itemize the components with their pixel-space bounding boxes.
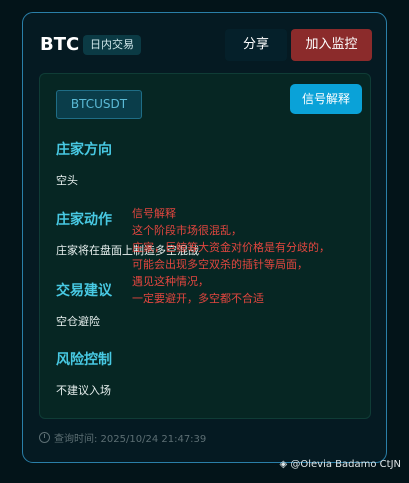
watermark-text: @Olevia Badamo CtJN [290, 459, 401, 470]
signal-annotation: 信号解释 这个阶段市场很混乱， 庄家，巨鲸等大资金对价格是有分歧的， 可能会出现… [132, 205, 332, 307]
annotation-line: 可能会出现多空双杀的插针等局面， [132, 258, 308, 271]
section-title-suggestion: 交易建议 [56, 283, 112, 299]
pair-tag: BTCUSDT [56, 90, 142, 119]
watermark: ◈ @Olevia Badamo CtJN [279, 458, 401, 472]
share-button[interactable]: 分享 [225, 29, 287, 61]
annotation-line: 庄家，巨鲸等大资金对价格是有分歧的， [132, 241, 330, 254]
signal-explain-button[interactable]: 信号解释 [290, 84, 362, 114]
section-title-risk: 风险控制 [56, 352, 112, 368]
section-text-suggestion: 空仓避险 [56, 315, 100, 328]
annotation-line: 遇见这种情况， [132, 275, 209, 288]
annotation-line: 信号解释 [132, 207, 176, 220]
add-monitor-button[interactable]: 加入监控 [291, 29, 372, 61]
section-text-risk: 不建议入场 [56, 384, 111, 397]
coin-symbol: BTC [40, 34, 80, 55]
section-text-direction: 空头 [56, 174, 78, 187]
query-time: 查询时间: 2025/10/24 21:47:39 [39, 432, 206, 447]
annotation-line: 一定要避开，多空都不合适 [132, 292, 264, 305]
watermark-icon: ◈ [279, 459, 288, 470]
query-time-text: 查询时间: 2025/10/24 21:47:39 [54, 434, 207, 445]
section-title-action: 庄家动作 [56, 212, 112, 228]
clock-icon [39, 432, 50, 443]
annotation-line: 这个阶段市场很混乱， [132, 224, 242, 237]
trade-type-badge: 日内交易 [83, 35, 141, 55]
section-title-direction: 庄家方向 [56, 142, 112, 158]
